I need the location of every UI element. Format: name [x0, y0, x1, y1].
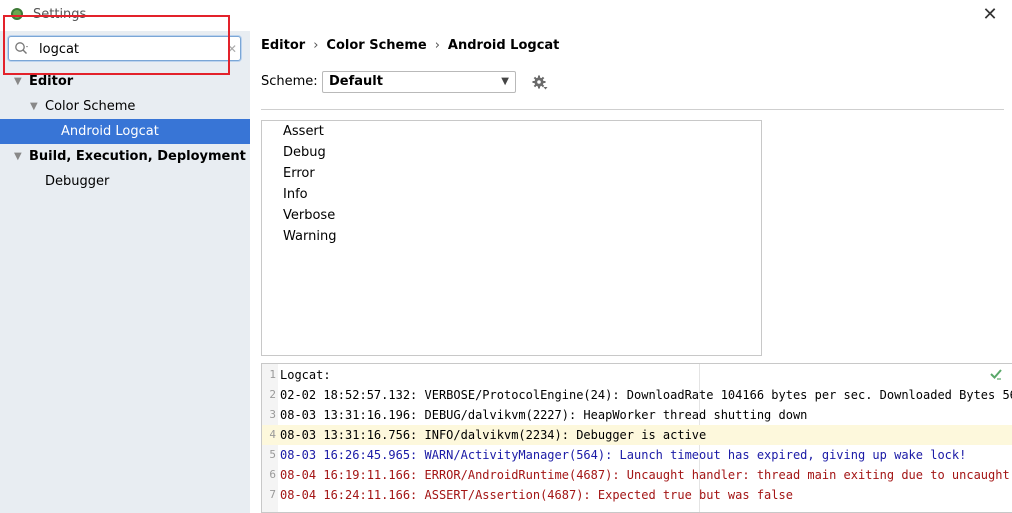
scheme-label: Scheme: [261, 74, 318, 89]
scheme-select-value: Default [329, 74, 383, 89]
divider [261, 109, 1004, 110]
breadcrumb-separator: › [434, 38, 440, 53]
android-studio-icon [11, 8, 23, 20]
code-line: 2 02-02 18:52:57.132: VERBOSE/ProtocolEn… [262, 385, 1012, 405]
level-item-info[interactable]: Info [262, 184, 761, 205]
breadcrumb: Editor › Color Scheme › Android Logcat [261, 38, 559, 53]
code-text: 02-02 18:52:57.132: VERBOSE/ProtocolEngi… [280, 388, 1012, 402]
tree-item-build-execution-deployment[interactable]: ▼ Build, Execution, Deployment [0, 144, 250, 169]
breadcrumb-item: Android Logcat [447, 38, 560, 53]
line-number: 2 [269, 388, 276, 401]
search-input[interactable] [39, 40, 224, 58]
level-item-assert[interactable]: Assert [262, 121, 761, 142]
expanded-arrow-icon[interactable]: ▼ [14, 69, 22, 94]
line-number: 1 [269, 368, 276, 381]
clear-search-icon[interactable]: ✕ [227, 41, 239, 57]
logcat-preview[interactable]: 1 Logcat: 2 02-02 18:52:57.132: VERBOSE/… [261, 363, 1012, 513]
tree-item-label: Build, Execution, Deployment [29, 149, 246, 164]
tree-item-color-scheme[interactable]: ▼ Color Scheme [0, 94, 250, 119]
tree-item-editor[interactable]: ▼ Editor [0, 69, 250, 94]
code-text: 08-03 16:26:45.965: WARN/ActivityManager… [280, 448, 967, 462]
code-text: 08-03 13:31:16.196: DEBUG/dalvikvm(2227)… [280, 408, 808, 422]
window-title: Settings [33, 7, 87, 22]
search-icon[interactable] [14, 41, 30, 57]
expanded-arrow-icon[interactable]: ▼ [30, 94, 38, 119]
level-item-debug[interactable]: Debug [262, 142, 761, 163]
search-field[interactable]: ✕ [8, 36, 241, 61]
expanded-arrow-icon[interactable]: ▼ [14, 144, 22, 169]
line-number: 3 [269, 408, 276, 421]
close-button[interactable]: ✕ [978, 3, 1002, 27]
tree-item-label: Color Scheme [45, 99, 136, 114]
line-number: 7 [269, 488, 276, 501]
gear-icon[interactable] [531, 74, 549, 92]
dropdown-arrow-icon[interactable]: ▼ [501, 72, 509, 92]
tree-item-label: Editor [29, 74, 74, 89]
code-text: Logcat: [280, 368, 331, 382]
breadcrumb-item: Editor [261, 38, 306, 53]
tree-item-label: Debugger [45, 174, 110, 189]
breadcrumb-item: Color Scheme [326, 38, 427, 53]
log-level-list: Assert Debug Error Info Verbose Warning [261, 120, 762, 356]
level-item-warning[interactable]: Warning [262, 226, 761, 247]
code-line: 5 08-03 16:26:45.965: WARN/ActivityManag… [262, 445, 1012, 465]
tree-item-label: Android Logcat [61, 124, 159, 139]
level-item-error[interactable]: Error [262, 163, 761, 184]
breadcrumb-separator: › [313, 38, 319, 53]
code-text: 08-04 16:19:11.166: ERROR/AndroidRuntime… [280, 468, 1012, 482]
code-text: 08-04 16:24:11.166: ASSERT/Assertion(468… [280, 488, 793, 502]
code-text: 08-03 13:31:16.756: INFO/dalvikvm(2234):… [280, 428, 707, 442]
code-line: 7 08-04 16:24:11.166: ASSERT/Assertion(4… [262, 485, 1012, 505]
line-number: 4 [269, 428, 276, 441]
line-number: 5 [269, 448, 276, 461]
code-line: 1 Logcat: [262, 365, 1012, 385]
code-line: 3 08-03 13:31:16.196: DEBUG/dalvikvm(222… [262, 405, 1012, 425]
code-line-current: 4 08-03 13:31:16.756: INFO/dalvikvm(2234… [262, 425, 1012, 445]
settings-sidebar: ✕ ▼ Editor ▼ Color Scheme Android Logcat… [0, 15, 250, 513]
settings-tree: ▼ Editor ▼ Color Scheme Android Logcat ▼… [0, 69, 250, 194]
scheme-select[interactable]: Default ▼ [322, 71, 516, 93]
level-item-verbose[interactable]: Verbose [262, 205, 761, 226]
settings-main-panel: Editor › Color Scheme › Android Logcat Schem… [250, 31, 1012, 513]
line-number: 6 [269, 468, 276, 481]
tree-item-debugger[interactable]: Debugger [0, 169, 250, 194]
tree-item-android-logcat[interactable]: Android Logcat [0, 119, 250, 144]
title-bar: Settings ✕ [0, 0, 1012, 31]
code-line: 6 08-04 16:19:11.166: ERROR/AndroidRunti… [262, 465, 1012, 485]
